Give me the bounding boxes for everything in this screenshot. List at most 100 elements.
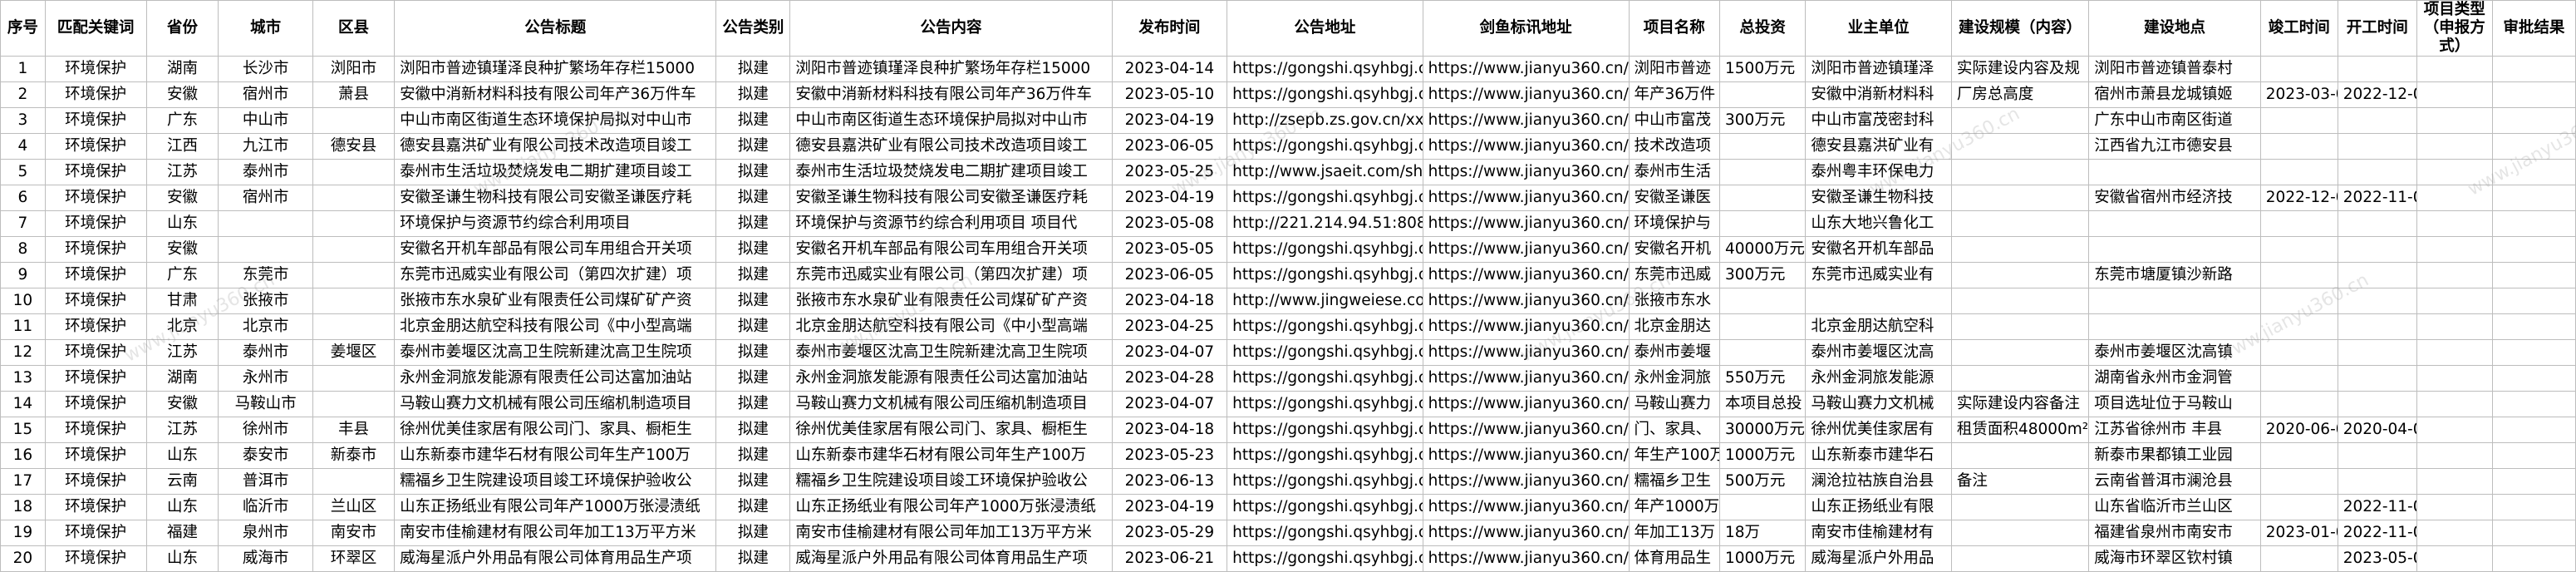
cell-type[interactable]: 环境保护 xyxy=(44,494,147,520)
cell-idx[interactable]: 16 xyxy=(0,442,46,469)
cell-result[interactable] xyxy=(2491,468,2576,495)
cell-url[interactable]: https://gongshi.qsyhbgj.co xyxy=(1227,545,1423,572)
cell-title[interactable]: 德安县嘉洪矿业有限公司技术改造项目竣工 xyxy=(394,133,717,160)
cell-jurl[interactable]: https://www.jianyu360.cn/ar xyxy=(1422,520,1630,546)
table-row[interactable]: 16 环境保护 山东 泰安市 新泰市 山东新泰市建华石材有限公司年生产100万 拟建 山东新泰… xyxy=(0,442,2576,469)
cell-jurl[interactable]: https://www.jianyu360.cn/ar xyxy=(1422,81,1630,108)
cell-type[interactable]: 环境保护 xyxy=(44,133,147,160)
cell-prov[interactable]: 山东 xyxy=(145,545,219,572)
cell-type[interactable]: 环境保护 xyxy=(44,56,147,82)
cell-idx[interactable]: 13 xyxy=(0,365,46,392)
cell-result[interactable] xyxy=(2491,81,2576,108)
cell-city[interactable]: 泰州市 xyxy=(218,159,313,185)
cell-title[interactable]: 东莞市迅威实业有限公司（第四次扩建）项 xyxy=(394,262,717,288)
column-header-jurl[interactable]: 剑鱼标讯地址 xyxy=(1422,0,1630,57)
cell-prov[interactable]: 江西 xyxy=(145,133,219,160)
cell-date[interactable]: 2023-05-08 xyxy=(1111,210,1228,237)
cell-type[interactable]: 环境保护 xyxy=(44,339,147,366)
cell-ptype[interactable] xyxy=(2416,56,2493,82)
cell-jurl[interactable]: https://www.jianyu360.cn/ar xyxy=(1422,494,1630,520)
cell-prov[interactable]: 山东 xyxy=(145,210,219,237)
cell-cat[interactable]: 拟建 xyxy=(715,313,791,340)
cell-end[interactable] xyxy=(2259,365,2338,392)
cell-ptype[interactable] xyxy=(2416,365,2493,392)
table-row[interactable]: 13 环境保护 湖南 永州市 永州金洞旅发能源有限责任公司达富加油站 拟建 永州金洞旅发能源… xyxy=(0,365,2576,392)
cell-dist[interactable] xyxy=(312,365,396,392)
cell-inv[interactable] xyxy=(1719,133,1807,160)
table-row[interactable]: 7 环境保护 山东 环境保护与资源节约综合利用项目 拟建 环境保护与资源节约综合利用项目 … xyxy=(0,210,2576,237)
table-row[interactable]: 14 环境保护 安徽 马鞍山市 马鞍山赛力文机械有限公司压缩机制造项目 拟建 马鞍山赛力文机… xyxy=(0,391,2576,417)
cell-idx[interactable]: 11 xyxy=(0,313,46,340)
cell-owner[interactable]: 澜沧拉祜族自治县 xyxy=(1805,468,1952,495)
cell-end[interactable] xyxy=(2259,56,2338,82)
cell-jurl[interactable]: https://www.jianyu360.cn/ar xyxy=(1422,442,1630,469)
cell-owner[interactable]: 浏阳市普迹镇瑾泽 xyxy=(1805,56,1952,82)
cell-cat[interactable]: 拟建 xyxy=(715,365,791,392)
cell-prov[interactable]: 甘肃 xyxy=(145,288,219,314)
cell-end[interactable]: 2020-06-01 xyxy=(2259,417,2338,443)
column-header-ptype[interactable]: 项目类型（申报方式） xyxy=(2416,0,2493,57)
cell-url[interactable]: http://zsepb.zs.gov.cn/xxml/ xyxy=(1227,107,1423,134)
cell-city[interactable]: 普洱市 xyxy=(218,468,313,495)
column-header-start[interactable]: 开工时间 xyxy=(2337,0,2417,57)
table-row[interactable]: 3 环境保护 广东 中山市 中山市南区街道生态环境保护局拟对中山市 拟建 中山市南区街道生态… xyxy=(0,107,2576,134)
cell-idx[interactable]: 18 xyxy=(0,494,46,520)
cell-idx[interactable]: 6 xyxy=(0,185,46,211)
cell-start[interactable] xyxy=(2337,236,2417,263)
cell-city[interactable]: 泉州市 xyxy=(218,520,313,546)
cell-owner[interactable]: 安徽圣谦生物科技 xyxy=(1805,185,1952,211)
cell-inv[interactable]: 300万元 xyxy=(1719,262,1807,288)
cell-date[interactable]: 2023-06-13 xyxy=(1111,468,1228,495)
cell-date[interactable]: 2023-06-21 xyxy=(1111,545,1228,572)
cell-type[interactable]: 环境保护 xyxy=(44,159,147,185)
cell-idx[interactable]: 9 xyxy=(0,262,46,288)
cell-scale[interactable] xyxy=(1950,494,2090,520)
cell-start[interactable] xyxy=(2337,210,2417,237)
cell-cat[interactable]: 拟建 xyxy=(715,107,791,134)
cell-type[interactable]: 环境保护 xyxy=(44,185,147,211)
cell-url[interactable]: http://221.214.94.51:8081/ic xyxy=(1227,210,1423,237)
cell-start[interactable] xyxy=(2337,468,2417,495)
cell-type[interactable]: 环境保护 xyxy=(44,313,147,340)
cell-type[interactable]: 环境保护 xyxy=(44,391,147,417)
cell-date[interactable]: 2023-04-19 xyxy=(1111,107,1228,134)
cell-city[interactable] xyxy=(218,210,313,237)
cell-result[interactable] xyxy=(2491,262,2576,288)
cell-result[interactable] xyxy=(2491,56,2576,82)
cell-city[interactable]: 东莞市 xyxy=(218,262,313,288)
cell-dist[interactable] xyxy=(312,391,396,417)
cell-inv[interactable] xyxy=(1719,288,1807,314)
cell-dist[interactable] xyxy=(312,468,396,495)
cell-jurl[interactable]: https://www.jianyu360.cn/ar xyxy=(1422,288,1630,314)
cell-cat[interactable]: 拟建 xyxy=(715,288,791,314)
cell-date[interactable]: 2023-04-25 xyxy=(1111,313,1228,340)
cell-inv[interactable]: 40000万元 xyxy=(1719,236,1807,263)
cell-prov[interactable]: 北京 xyxy=(145,313,219,340)
cell-inv[interactable]: 300万元 xyxy=(1719,107,1807,134)
cell-scale[interactable]: 厂房总高度 xyxy=(1950,81,2090,108)
cell-prov[interactable]: 安徽 xyxy=(145,236,219,263)
cell-inv[interactable]: 1000万元 xyxy=(1719,545,1807,572)
cell-result[interactable] xyxy=(2491,391,2576,417)
cell-url[interactable]: https://gongshi.qsyhbgj.co xyxy=(1227,133,1423,160)
cell-dist[interactable] xyxy=(312,210,396,237)
cell-dist[interactable] xyxy=(312,236,396,263)
cell-end[interactable] xyxy=(2259,262,2338,288)
cell-content[interactable]: 张掖市东水泉矿业有限责任公司煤矿矿产资 xyxy=(789,288,1113,314)
cell-ptype[interactable] xyxy=(2416,210,2493,237)
cell-date[interactable]: 2023-04-28 xyxy=(1111,365,1228,392)
column-header-loc[interactable]: 建设地点 xyxy=(2088,0,2261,57)
cell-prov[interactable]: 广东 xyxy=(145,262,219,288)
cell-type[interactable]: 环境保护 xyxy=(44,417,147,443)
column-header-idx[interactable]: 序号 xyxy=(0,0,46,57)
cell-start[interactable] xyxy=(2337,107,2417,134)
cell-content[interactable]: 泰州市生活垃圾焚烧发电二期扩建项目竣工 xyxy=(789,159,1113,185)
column-header-type[interactable]: 匹配关键词 xyxy=(44,0,147,57)
cell-dist[interactable] xyxy=(312,288,396,314)
cell-dist[interactable]: 兰山区 xyxy=(312,494,396,520)
cell-pname[interactable]: 年产36万件 xyxy=(1628,81,1721,108)
cell-jurl[interactable]: https://www.jianyu360.cn/ar xyxy=(1422,236,1630,263)
cell-scale[interactable]: 实际建设内容及规 xyxy=(1950,56,2090,82)
cell-start[interactable] xyxy=(2337,313,2417,340)
cell-prov[interactable]: 广东 xyxy=(145,107,219,134)
